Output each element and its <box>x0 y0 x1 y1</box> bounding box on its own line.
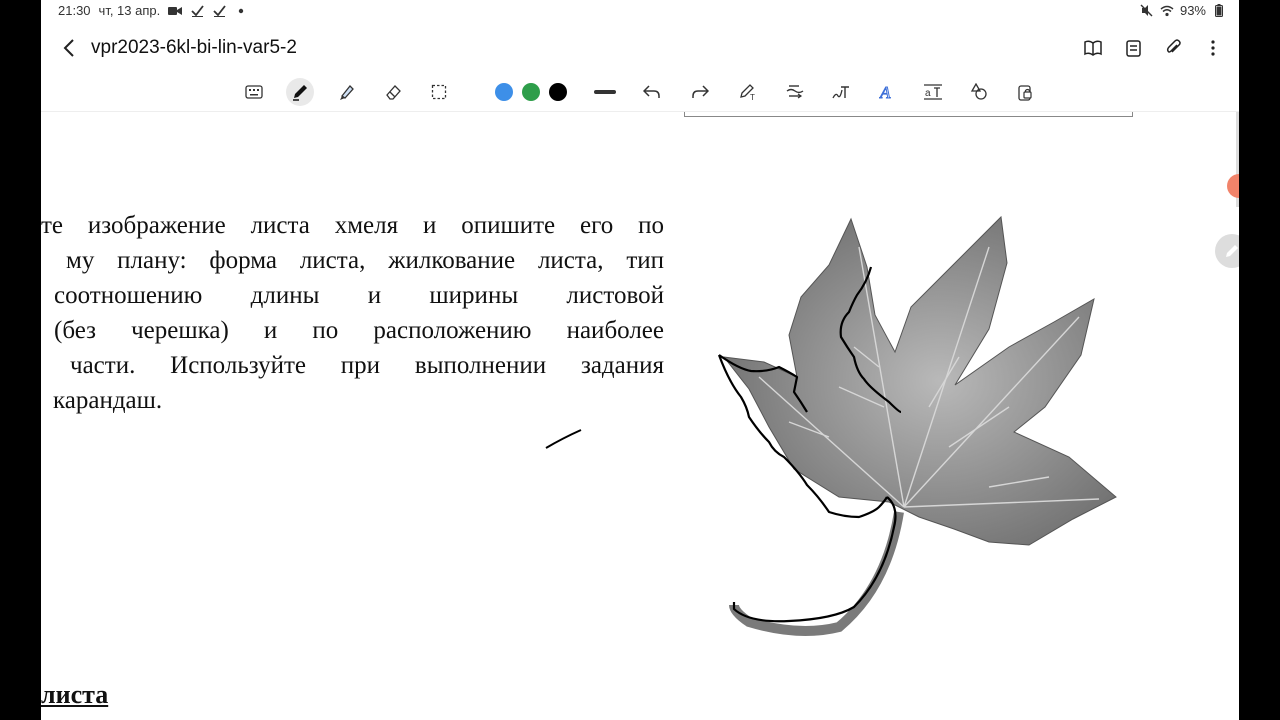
dot-icon <box>234 4 248 18</box>
pen-icon[interactable] <box>286 78 314 106</box>
mute-icon <box>1140 4 1154 18</box>
answer-box-edge <box>684 112 1133 117</box>
text-format-icon[interactable]: a <box>919 78 947 106</box>
more-vertical-icon[interactable] <box>1199 34 1227 62</box>
lasso-select-icon[interactable] <box>425 78 453 106</box>
task-line: му плану: форма листа, жилкование листа,… <box>66 247 664 274</box>
back-arrow-icon <box>63 39 74 57</box>
section-heading: листа <box>41 680 109 709</box>
task-line: части. Используйте при выполнении задани… <box>70 352 664 379</box>
video-camera-icon <box>168 4 183 18</box>
drawing-toolbar: T A a <box>41 73 1239 112</box>
attachment-icon[interactable] <box>1159 34 1187 62</box>
shapes-icon[interactable] <box>965 78 993 106</box>
app-screen: 21:30 чт, 13 апр. 93% vpr2023-6kl-bi-lin… <box>41 0 1239 720</box>
document-title: vpr2023-6kl-bi-lin-var5-2 <box>91 37 297 58</box>
status-time: 21:30 <box>58 3 91 18</box>
pen-icon <box>1226 245 1238 257</box>
task-line: соотношению длины и ширины листовой <box>54 282 664 309</box>
task-line: (без черешка) и по расположению наиболее <box>54 317 664 344</box>
status-bar: 21:30 чт, 13 апр. 93% <box>41 0 1239 22</box>
color-swatch-green[interactable] <box>522 83 540 101</box>
pen-to-text-icon[interactable]: T <box>734 78 762 106</box>
check-icon <box>212 4 226 18</box>
floating-pen-button[interactable] <box>1215 234 1239 268</box>
undo-icon[interactable] <box>638 78 666 106</box>
text-straighten-icon[interactable] <box>781 78 809 106</box>
task-line: те изображение листа хмеля и опишите его… <box>41 212 664 239</box>
highlighter-icon[interactable] <box>333 78 361 106</box>
back-button[interactable] <box>55 34 83 62</box>
battery-level: 93% <box>1179 3 1206 18</box>
color-swatch-black[interactable] <box>549 83 567 101</box>
text-style-icon[interactable]: A <box>873 78 901 106</box>
hop-leaf-image <box>717 215 1117 636</box>
wifi-icon <box>1160 4 1174 18</box>
stroke-width-icon[interactable] <box>591 78 619 106</box>
svg-text:a: a <box>925 88 931 99</box>
eraser-icon[interactable] <box>379 78 407 106</box>
check-icon <box>190 4 204 18</box>
battery-icon <box>1212 4 1226 18</box>
svg-text:T: T <box>750 93 755 101</box>
ink-stroke <box>545 429 582 449</box>
handwriting-icon[interactable] <box>827 78 855 106</box>
status-date: чт, 13 апр. <box>98 3 161 18</box>
color-swatch-blue[interactable] <box>495 83 513 101</box>
task-line: карандаш. <box>53 387 163 414</box>
lock-icon[interactable] <box>1011 78 1039 106</box>
book-view-icon[interactable] <box>1079 34 1107 62</box>
page-list-icon[interactable] <box>1119 34 1147 62</box>
task-text: те изображение листа хмеля и опишите его… <box>41 208 664 418</box>
svg-text:A: A <box>879 83 891 101</box>
title-bar: vpr2023-6kl-bi-lin-var5-2 <box>41 28 1239 68</box>
redo-icon[interactable] <box>686 78 714 106</box>
keyboard-icon[interactable] <box>240 78 268 106</box>
document-canvas[interactable]: те изображение листа хмеля и опишите его… <box>41 112 1239 720</box>
floating-indicator[interactable] <box>1227 174 1239 198</box>
